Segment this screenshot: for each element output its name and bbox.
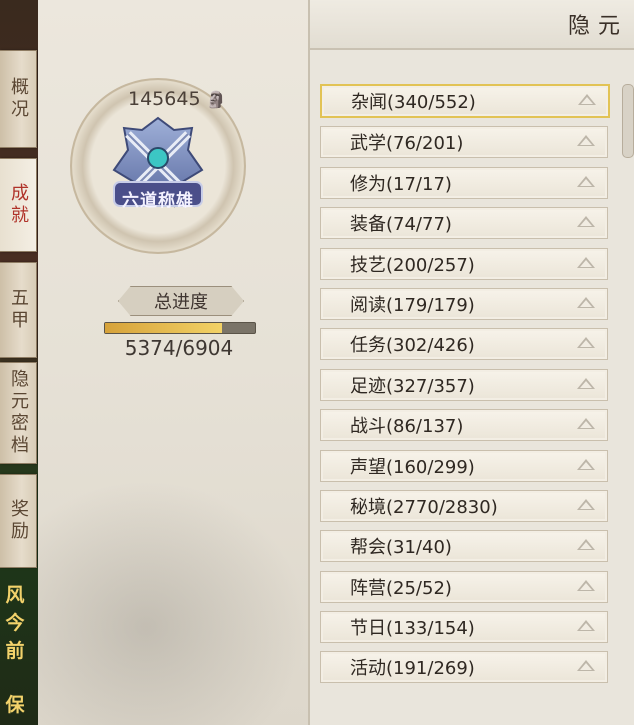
tablet-icon: 🗿 xyxy=(206,90,226,109)
background-text-3: 前 xyxy=(5,640,25,662)
category-panel: 隐元 杂闻(340/552) 武学(76/201) 修为(17/17) 装备(74/7… xyxy=(310,0,634,725)
category-label: 秘境(2770/2830) xyxy=(350,496,498,518)
category-row[interactable]: 杂闻(340/552) xyxy=(320,84,610,118)
tab-rewards-label: 奖励 xyxy=(8,499,29,543)
expand-arrow-icon[interactable] xyxy=(577,296,595,308)
category-label: 足迹(327/357) xyxy=(350,375,475,397)
category-row[interactable]: 活动(191/269) xyxy=(320,651,608,684)
category-list: 杂闻(340/552) 武学(76/201) 修为(17/17) 装备(74/77) 技… xyxy=(320,84,620,688)
total-progress-bar xyxy=(104,322,256,334)
expand-arrow-icon[interactable] xyxy=(577,175,595,187)
expand-arrow-icon[interactable] xyxy=(578,94,596,105)
expand-arrow-icon[interactable] xyxy=(577,458,595,470)
background-text-1: 风 xyxy=(5,584,25,606)
category-label: 阅读(179/179) xyxy=(350,294,475,316)
category-label: 武学(76/201) xyxy=(350,133,464,155)
category-row[interactable]: 技艺(200/257) xyxy=(320,247,608,280)
tab-overview[interactable]: 概况 xyxy=(0,50,37,148)
category-row[interactable]: 任务(302/426) xyxy=(320,328,608,361)
mist-decoration xyxy=(38,480,308,725)
expand-arrow-icon[interactable] xyxy=(577,256,595,268)
tab-overview-label: 概况 xyxy=(8,77,29,121)
tab-rewards[interactable]: 奖励 xyxy=(0,474,37,568)
total-progress-label: 总进度 xyxy=(118,286,244,316)
category-row[interactable]: 战斗(86/137) xyxy=(320,409,608,442)
category-label: 活动(191/269) xyxy=(350,658,475,680)
category-label: 修为(17/17) xyxy=(350,173,452,195)
category-label: 技艺(200/257) xyxy=(350,254,475,276)
category-label: 战斗(86/137) xyxy=(350,416,464,438)
tab-achievements-label: 成就 xyxy=(8,183,29,227)
category-label: 装备(74/77) xyxy=(350,214,452,236)
expand-arrow-icon[interactable] xyxy=(577,660,595,672)
tab-achievements[interactable]: 成就 xyxy=(0,158,37,252)
tab-yinyuan-archive-label: 隐元密档 xyxy=(8,369,29,457)
category-label: 任务(302/426) xyxy=(350,335,475,357)
category-row[interactable]: 帮会(31/40) xyxy=(320,530,608,563)
expand-arrow-icon[interactable] xyxy=(577,418,595,430)
category-row[interactable]: 阵营(25/52) xyxy=(320,570,608,603)
total-progress-value: 5374/6904 xyxy=(124,336,234,360)
expand-arrow-icon[interactable] xyxy=(577,216,595,228)
category-row[interactable]: 节日(133/154) xyxy=(320,611,608,644)
category-label: 节日(133/154) xyxy=(350,618,475,640)
expand-arrow-icon[interactable] xyxy=(577,377,595,389)
category-row[interactable]: 足迹(327/357) xyxy=(320,368,608,401)
background-text-4: 保 xyxy=(5,694,25,716)
tab-wujia[interactable]: 五甲 xyxy=(0,262,37,358)
category-label: 帮会(31/40) xyxy=(350,537,452,559)
header-band: 隐元 xyxy=(310,0,634,50)
expand-arrow-icon[interactable] xyxy=(577,498,595,510)
category-row[interactable]: 装备(74/77) xyxy=(320,207,608,240)
category-row[interactable]: 秘境(2770/2830) xyxy=(320,489,608,522)
category-row[interactable]: 声望(160/299) xyxy=(320,449,608,482)
category-row[interactable]: 阅读(179/179) xyxy=(320,287,608,320)
category-row[interactable]: 修为(17/17) xyxy=(320,166,608,199)
tab-yinyuan-archive[interactable]: 隐元密档 xyxy=(0,362,37,464)
category-label: 杂闻(340/552) xyxy=(351,92,476,113)
medal-title: 六道称雄 xyxy=(122,191,194,211)
header-title: 隐元 xyxy=(567,14,628,39)
expand-arrow-icon[interactable] xyxy=(577,135,595,147)
expand-arrow-icon[interactable] xyxy=(577,620,595,632)
scrollbar[interactable] xyxy=(622,84,634,158)
total-progress-bar-fill xyxy=(105,323,222,333)
category-label: 阵营(25/52) xyxy=(350,577,452,599)
category-row[interactable]: 武学(76/201) xyxy=(320,126,608,159)
category-label: 声望(160/299) xyxy=(350,456,475,478)
expand-arrow-icon[interactable] xyxy=(577,579,595,591)
background-text-2: 今 xyxy=(5,612,25,634)
expand-arrow-icon[interactable] xyxy=(577,539,595,551)
tab-wujia-label: 五甲 xyxy=(8,288,29,332)
expand-arrow-icon[interactable] xyxy=(577,337,595,349)
achievement-score: 145645 xyxy=(128,88,201,110)
